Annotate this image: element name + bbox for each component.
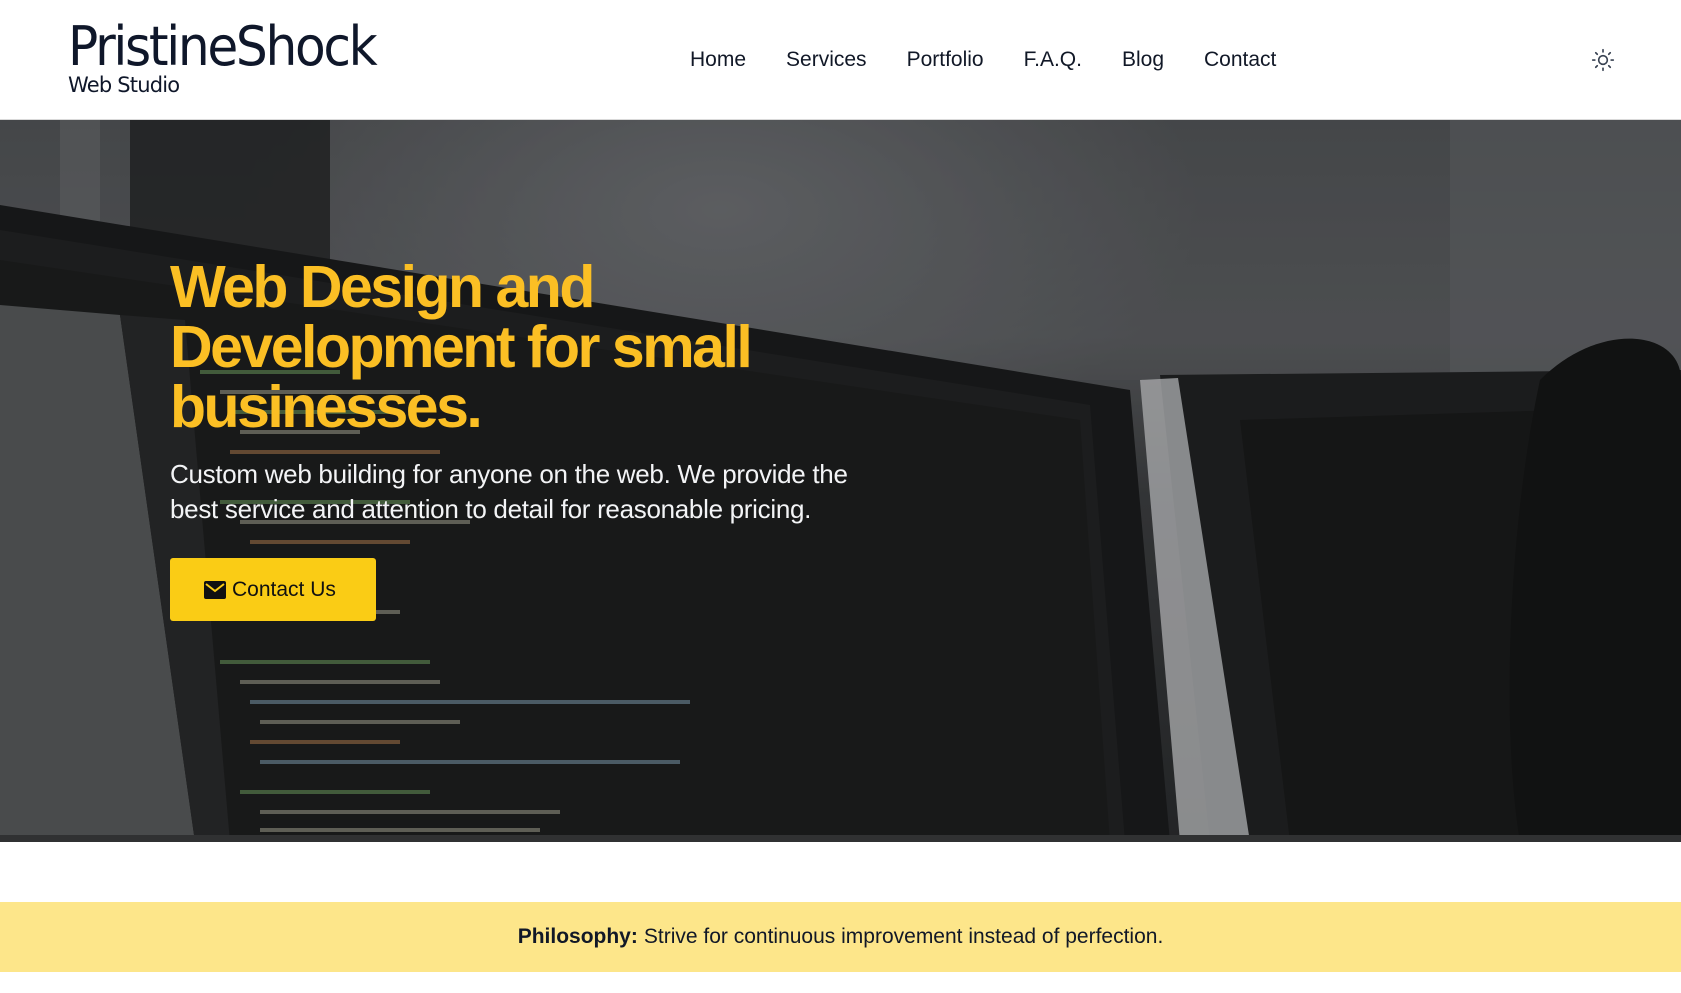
sun-icon (1591, 48, 1615, 72)
nav-item-portfolio[interactable]: Portfolio (907, 46, 984, 74)
hero-title: Web Design and Development for small bus… (170, 254, 753, 440)
contact-us-label: Contact Us (232, 577, 336, 601)
contact-us-button[interactable]: Contact Us (170, 558, 376, 621)
hero-section: Web Design and Development for small bus… (0, 120, 1681, 842)
nav-item-contact[interactable]: Contact (1204, 46, 1276, 74)
site-header: PristineShock Web Studio Home Services P… (0, 0, 1681, 120)
theme-toggle-button[interactable] (1590, 47, 1616, 73)
nav-item-faq[interactable]: F.A.Q. (1024, 46, 1082, 74)
brand-name: PristineShock (68, 15, 378, 78)
hero-subtitle: Custom web building for anyone on the we… (170, 459, 848, 524)
philosophy-text: Strive for continuous improvement instea… (643, 925, 1164, 948)
philosophy-banner: Philosophy: Strive for continuous improv… (0, 902, 1681, 972)
nav-item-blog[interactable]: Blog (1122, 46, 1164, 74)
nav-item-home[interactable]: Home (690, 46, 746, 74)
nav-item-services[interactable]: Services (786, 46, 867, 74)
hero-content: Web Design and Development for small bus… (170, 257, 930, 621)
brand-logo[interactable]: PristineShock Web Studio (68, 15, 399, 97)
mail-icon (204, 580, 226, 599)
main-nav: Home Services Portfolio F.A.Q. Blog Cont… (690, 46, 1316, 74)
philosophy-label: Philosophy: (517, 925, 638, 948)
